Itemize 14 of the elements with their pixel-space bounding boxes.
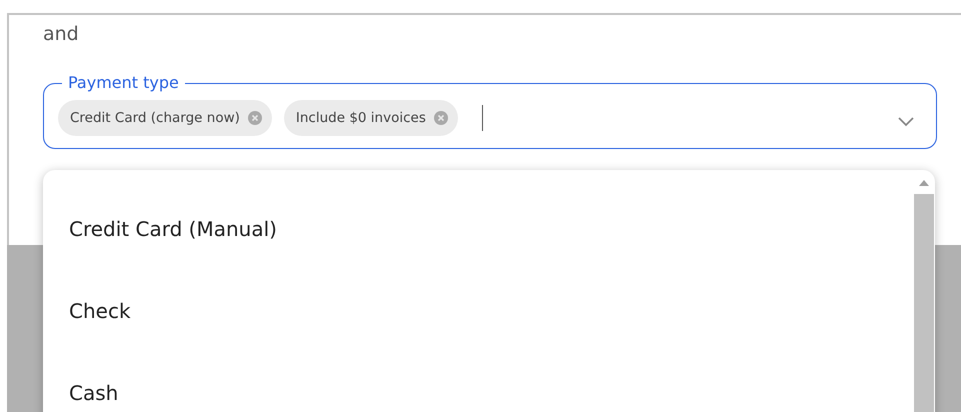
payment-type-field[interactable]: Payment type Credit Card (charge now) Include $0 invoices [43, 73, 937, 149]
chevron-down-icon[interactable] [898, 117, 914, 127]
scroll-up-icon[interactable] [919, 180, 929, 186]
remove-icon[interactable] [248, 110, 262, 124]
filter-chip[interactable]: Credit Card (charge now) [58, 100, 272, 136]
field-label: Payment type [67, 73, 180, 93]
dropdown-option[interactable]: Credit Card (Manual) [43, 210, 913, 292]
remove-icon[interactable] [434, 110, 448, 124]
dropdown-option[interactable]: Check [43, 292, 913, 374]
filter-chip[interactable]: Include $0 invoices [284, 100, 458, 136]
scrollbar-thumb[interactable] [914, 194, 934, 412]
connector-text: and [43, 23, 80, 45]
dropdown-option[interactable]: Cash [43, 374, 913, 412]
text-cursor [482, 104, 484, 130]
